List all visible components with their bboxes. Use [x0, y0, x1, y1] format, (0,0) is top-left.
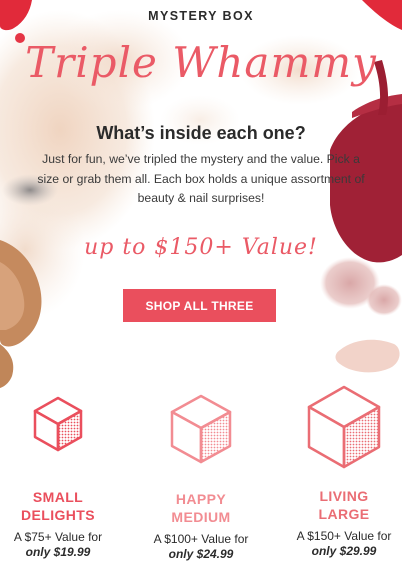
product-value: A $100+ Value for	[153, 532, 249, 546]
product-value: A $75+ Value for	[13, 530, 103, 544]
product-happy-medium[interactable]: HAPPY MEDIUM A $100+ Value for only $24.…	[136, 392, 266, 562]
section-heading: What’s inside each one?	[96, 123, 306, 143]
product-price: only $29.99	[311, 544, 377, 558]
value-callout: up to $150+ Value!	[84, 235, 318, 260]
shop-all-three-button[interactable]: SHOP ALL THREE	[123, 289, 276, 322]
product-name: SMALL DELIGHTS	[21, 489, 95, 523]
cube-icon-large	[307, 385, 381, 469]
page-title: Triple Whammy	[25, 38, 377, 87]
product-name: LIVING LARGE	[318, 488, 370, 522]
product-value: A $150+ Value for	[296, 529, 392, 543]
product-name: HAPPY MEDIUM	[171, 491, 231, 525]
eyebrow-label: MYSTERY BOX	[148, 9, 254, 23]
cube-icon-medium	[170, 394, 232, 464]
product-small-delights[interactable]: SMALL DELIGHTS A $75+ Value for only $19…	[0, 394, 123, 560]
product-living-large[interactable]: LIVING LARGE A $150+ Value for only $29.…	[279, 383, 402, 559]
cube-icon-small	[33, 396, 83, 452]
product-price: only $24.99	[168, 547, 234, 561]
product-price: only $19.99	[25, 545, 91, 559]
description-text: Just for fun, we’ve tripled the mystery …	[37, 152, 365, 205]
